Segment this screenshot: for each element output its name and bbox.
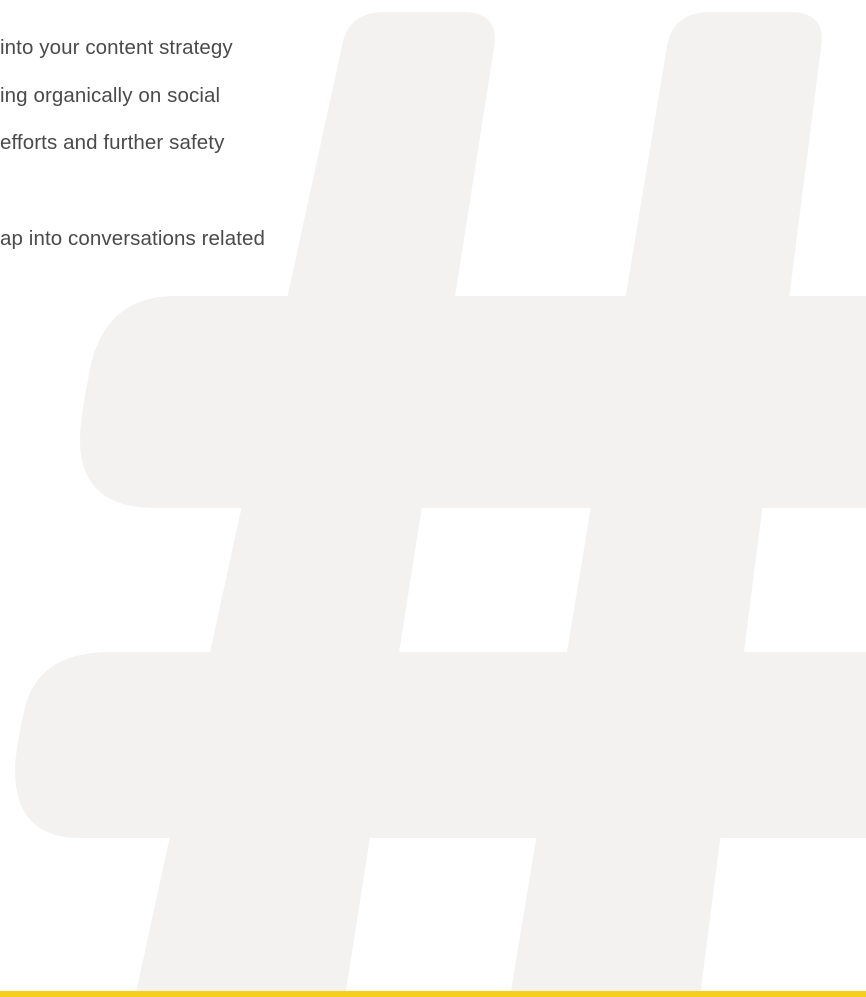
accent-bar — [0, 991, 866, 997]
bullet-text-block: into your content strategy ing organical… — [0, 0, 866, 300]
text-line: into your content strategy — [0, 36, 233, 59]
text-line: efforts and further safety — [0, 131, 225, 154]
text-line: ing organically on social — [0, 84, 221, 107]
text-line: ap into conversations related — [0, 227, 266, 250]
